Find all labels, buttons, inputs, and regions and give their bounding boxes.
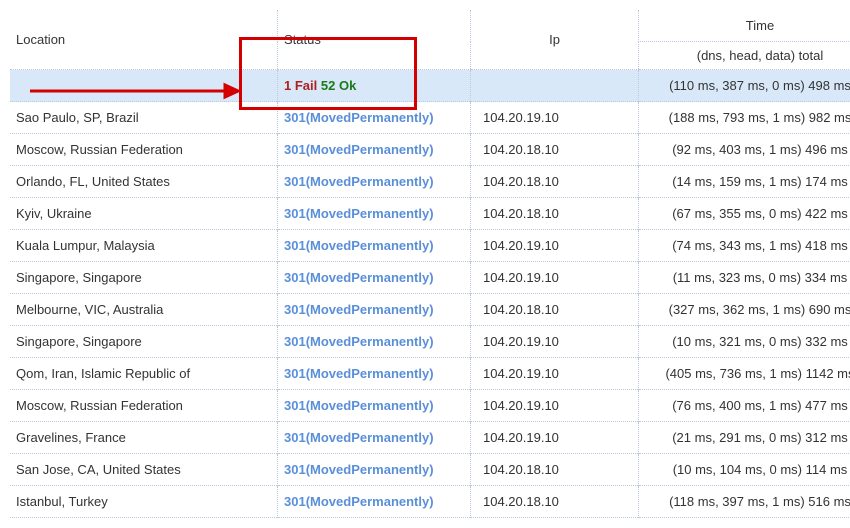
status-link[interactable]: 301(MovedPermanently)	[284, 334, 434, 349]
cell-location: Singapore, Singapore	[10, 262, 278, 294]
cell-location: Qom, Iran, Islamic Republic of	[10, 358, 278, 390]
summary-status: 1 Fail 52 Ok	[278, 70, 471, 102]
cell-status: 301(MovedPermanently)	[278, 294, 471, 326]
cell-status: 301(MovedPermanently)	[278, 454, 471, 486]
summary-fail-count: 1	[284, 78, 291, 93]
cell-ip: 104.20.18.10	[471, 454, 639, 486]
cell-ip: 104.20.19.10	[471, 390, 639, 422]
cell-ip: 104.20.19.10	[471, 102, 639, 134]
status-link[interactable]: 301(MovedPermanently)	[284, 302, 434, 317]
col-header-status[interactable]: Status	[278, 10, 471, 70]
table-row: Singapore, Singapore 301(MovedPermanentl…	[10, 326, 850, 358]
summary-ok-label: Ok	[339, 78, 356, 93]
table-row: Moscow, Russian Federation 301(MovedPerm…	[10, 390, 850, 422]
cell-status: 301(MovedPermanently)	[278, 422, 471, 454]
status-link[interactable]: 301(MovedPermanently)	[284, 462, 434, 477]
cell-status: 301(MovedPermanently)	[278, 166, 471, 198]
status-link[interactable]: 301(MovedPermanently)	[284, 206, 434, 221]
cell-status: 301(MovedPermanently)	[278, 390, 471, 422]
cell-time: (188 ms, 793 ms, 1 ms) 982 ms	[639, 102, 850, 134]
cell-ip: 104.20.19.10	[471, 422, 639, 454]
table-row: Melbourne, VIC, Australia 301(MovedPerma…	[10, 294, 850, 326]
status-link[interactable]: 301(MovedPermanently)	[284, 398, 434, 413]
status-link[interactable]: 301(MovedPermanently)	[284, 110, 434, 125]
table-row: Qom, Iran, Islamic Republic of 301(Moved…	[10, 358, 850, 390]
cell-status: 301(MovedPermanently)	[278, 102, 471, 134]
col-header-time-sub: (dns, head, data) total	[639, 42, 850, 70]
cell-ip: 104.20.18.10	[471, 134, 639, 166]
summary-ip	[471, 70, 639, 102]
cell-time: (11 ms, 323 ms, 0 ms) 334 ms	[639, 262, 850, 294]
cell-status: 301(MovedPermanently)	[278, 230, 471, 262]
summary-location	[10, 70, 278, 102]
summary-row: 1 Fail 52 Ok (110 ms, 387 ms, 0 ms) 498 …	[10, 70, 850, 102]
cell-time: (21 ms, 291 ms, 0 ms) 312 ms	[639, 422, 850, 454]
table-row: Singapore, Singapore 301(MovedPermanentl…	[10, 262, 850, 294]
status-link[interactable]: 301(MovedPermanently)	[284, 430, 434, 445]
cell-ip: 104.20.19.10	[471, 326, 639, 358]
cell-status: 301(MovedPermanently)	[278, 262, 471, 294]
cell-location: San Jose, CA, United States	[10, 454, 278, 486]
cell-ip: 104.20.18.10	[471, 166, 639, 198]
cell-location: Orlando, FL, United States	[10, 166, 278, 198]
cell-location: Sao Paulo, SP, Brazil	[10, 102, 278, 134]
cell-location: Gravelines, France	[10, 422, 278, 454]
cell-ip: 104.20.18.10	[471, 198, 639, 230]
cell-location: Kyiv, Ukraine	[10, 198, 278, 230]
status-link[interactable]: 301(MovedPermanently)	[284, 366, 434, 381]
col-header-time[interactable]: Time	[639, 10, 850, 42]
summary-fail-label: Fail	[295, 78, 317, 93]
table-row: Kuala Lumpur, Malaysia 301(MovedPermanen…	[10, 230, 850, 262]
cell-ip: 104.20.19.10	[471, 262, 639, 294]
summary-ok-count: 52	[321, 78, 335, 93]
cell-time: (327 ms, 362 ms, 1 ms) 690 ms	[639, 294, 850, 326]
status-link[interactable]: 301(MovedPermanently)	[284, 270, 434, 285]
cell-status: 301(MovedPermanently)	[278, 358, 471, 390]
cell-time: (10 ms, 104 ms, 0 ms) 114 ms	[639, 454, 850, 486]
cell-time: (405 ms, 736 ms, 1 ms) 1142 ms	[639, 358, 850, 390]
table-row: Sao Paulo, SP, Brazil 301(MovedPermanent…	[10, 102, 850, 134]
cell-ip: 104.20.19.10	[471, 358, 639, 390]
cell-time: (76 ms, 400 ms, 1 ms) 477 ms	[639, 390, 850, 422]
cell-time: (10 ms, 321 ms, 0 ms) 332 ms	[639, 326, 850, 358]
cell-location: Melbourne, VIC, Australia	[10, 294, 278, 326]
cell-status: 301(MovedPermanently)	[278, 198, 471, 230]
cell-time: (67 ms, 355 ms, 0 ms) 422 ms	[639, 198, 850, 230]
cell-time: (74 ms, 343 ms, 1 ms) 418 ms	[639, 230, 850, 262]
results-table: Location Status Ip Time (dns, head, data…	[10, 10, 850, 518]
table-row: Gravelines, France 301(MovedPermanently)…	[10, 422, 850, 454]
cell-location: Kuala Lumpur, Malaysia	[10, 230, 278, 262]
cell-location: Moscow, Russian Federation	[10, 390, 278, 422]
cell-ip: 104.20.18.10	[471, 294, 639, 326]
table-row: San Jose, CA, United States 301(MovedPer…	[10, 454, 850, 486]
status-link[interactable]: 301(MovedPermanently)	[284, 142, 434, 157]
cell-time: (14 ms, 159 ms, 1 ms) 174 ms	[639, 166, 850, 198]
col-header-ip[interactable]: Ip	[471, 10, 639, 70]
status-link[interactable]: 301(MovedPermanently)	[284, 238, 434, 253]
table-row: Kyiv, Ukraine 301(MovedPermanently) 104.…	[10, 198, 850, 230]
summary-time: (110 ms, 387 ms, 0 ms) 498 ms	[639, 70, 850, 102]
table-row: Orlando, FL, United States 301(MovedPerm…	[10, 166, 850, 198]
cell-status: 301(MovedPermanently)	[278, 134, 471, 166]
cell-location: Moscow, Russian Federation	[10, 134, 278, 166]
cell-ip: 104.20.19.10	[471, 230, 639, 262]
cell-status: 301(MovedPermanently)	[278, 326, 471, 358]
table-row: Moscow, Russian Federation 301(MovedPerm…	[10, 134, 850, 166]
col-header-location[interactable]: Location	[10, 10, 278, 70]
cell-time: (92 ms, 403 ms, 1 ms) 496 ms	[639, 134, 850, 166]
cell-location: Singapore, Singapore	[10, 326, 278, 358]
status-link[interactable]: 301(MovedPermanently)	[284, 174, 434, 189]
